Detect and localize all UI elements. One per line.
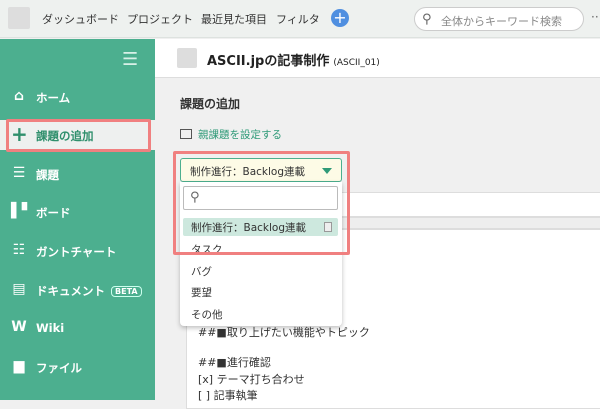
editor-toolbar [330, 217, 600, 229]
page-title: 課題の追加 [180, 97, 241, 111]
list-icon: ☰ [12, 165, 26, 181]
sidebar-item-0[interactable]: ⌂ ホーム [0, 82, 155, 112]
set-parent-link[interactable]: 親課題を設定する [180, 127, 282, 142]
description-line: [x] テーマ打ち合わせ [198, 373, 305, 386]
sidebar-item-label: ボード [36, 206, 71, 220]
wiki-icon: W [11, 319, 27, 335]
description-line: [ ] 記事執筆 [198, 389, 258, 402]
nav-projects[interactable]: プロジェクト [127, 11, 193, 27]
search-input[interactable]: ⚲ 全体からキーワード検索 [414, 7, 584, 31]
gantt-icon: ☷ [12, 242, 26, 258]
description-line: ##■取り上げたい機能やトピック [198, 326, 370, 339]
beta-badge: BETA [111, 286, 142, 297]
nav-dashboard[interactable]: ダッシュボード [42, 11, 119, 27]
project-key: (ASCII_01) [333, 58, 380, 68]
nav-recent[interactable]: 最近見た項目 [201, 11, 267, 27]
option-request[interactable]: 要望 [183, 283, 338, 301]
sidebar-item-2[interactable]: ☰ 課題 [0, 159, 155, 189]
top-bar: ダッシュボード プロジェクト 最近見た項目 フィルタ + ⚲ 全体からキーワード検… [0, 0, 600, 38]
project-title[interactable]: ASCII.jpの記事制作 (ASCII_01) [207, 50, 380, 69]
project-icon [177, 48, 197, 68]
parent-issue-icon [180, 129, 192, 139]
document-icon: ▤ [12, 281, 26, 297]
sidebar-item-label: Wiki [36, 321, 65, 335]
highlight-box-sidebar [6, 119, 151, 152]
sidebar-item-label: ドキュメント BETA [36, 283, 142, 299]
nav-filters[interactable]: フィルタ [276, 11, 320, 27]
sidebar-item-6[interactable]: W Wiki [0, 313, 155, 343]
summary-input[interactable] [330, 192, 600, 217]
description-line: ##■進行確認 [198, 356, 271, 369]
option-bug[interactable]: バグ [183, 262, 338, 280]
board-icon: ▌▘ [11, 203, 33, 219]
parent-link-label: 親課題を設定する [198, 129, 282, 141]
folder-icon: ▆ [13, 358, 25, 374]
sidebar-item-3[interactable]: ▌▘ ボード [0, 197, 155, 227]
sidebar-item-label: ファイル [36, 361, 82, 375]
sidebar-item-7[interactable]: ▆ ファイル [0, 352, 155, 382]
project-name: ASCII.jpの記事制作 [207, 54, 330, 69]
search-icon: ⚲ [422, 12, 432, 27]
search-placeholder: 全体からキーワード検索 [441, 15, 562, 28]
sidebar-item-label: 課題 [36, 168, 59, 182]
sidebar-item-5[interactable]: ▤ ドキュメント BETA [0, 275, 155, 305]
more-icon[interactable]: ·· [591, 10, 599, 24]
home-icon: ⌂ [13, 88, 25, 104]
sidebar-item-label: ガントチャート [36, 245, 117, 259]
add-button[interactable]: + [331, 9, 349, 27]
menu-icon[interactable]: ☰ [122, 49, 138, 70]
space-logo-icon[interactable] [8, 7, 30, 29]
sidebar-item-4[interactable]: ☷ ガントチャート [0, 236, 155, 266]
project-header: ASCII.jpの記事制作 (ASCII_01) [155, 39, 600, 78]
highlight-box-dropdown [173, 151, 350, 255]
sidebar-item-label: ホーム [36, 91, 71, 105]
option-other[interactable]: その他 [183, 305, 338, 323]
